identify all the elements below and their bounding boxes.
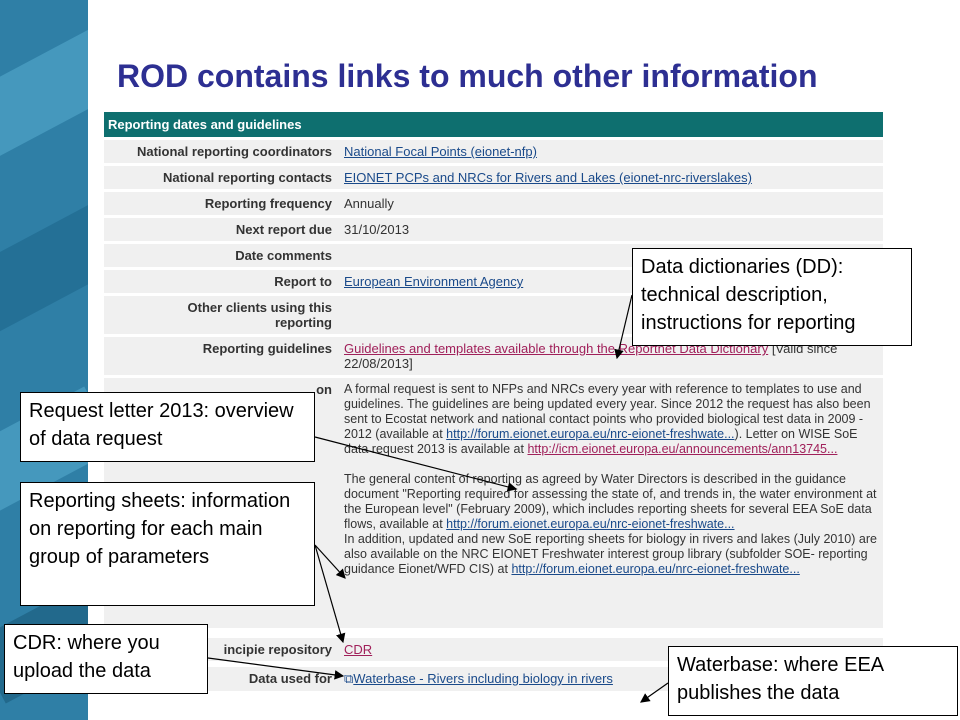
callout-request-letter: Request letter 2013: overview of data re… (20, 392, 315, 462)
callout-data-dictionaries: Data dictionaries (DD): technical descri… (632, 248, 912, 346)
arrow-cdr (207, 657, 345, 680)
arrow-dd (614, 294, 633, 360)
callout-reporting-sheets: Reporting sheets: information on reporti… (20, 482, 315, 606)
arrow-request (314, 436, 518, 492)
callout-arrows (207, 294, 669, 703)
arrow-waterbase (640, 682, 669, 703)
callout-cdr: CDR: where you upload the data (4, 624, 208, 694)
callout-waterbase: Waterbase: where EEA publishes the data (668, 646, 958, 716)
